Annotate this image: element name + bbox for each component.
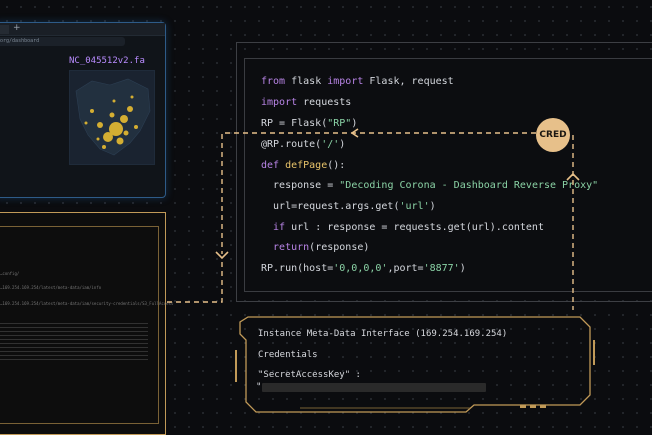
arrow-up-icon [566,172,580,181]
meta-credentials-label: Credentials [258,350,318,360]
secret-value-quote: " [256,382,262,392]
flow-connectors [166,128,595,413]
meta-panel-title: Instance Meta-Data Interface (169.254.16… [258,329,508,339]
cred-badge: CRED [536,118,570,152]
meta-panel-corner-marks [520,405,546,408]
flow-line-terminal [166,262,223,303]
secret-key-label: "SecretAccessKey" : [258,370,361,380]
flow-line-cred-to-terminal [221,132,536,254]
redacted-secret-value [262,383,486,392]
